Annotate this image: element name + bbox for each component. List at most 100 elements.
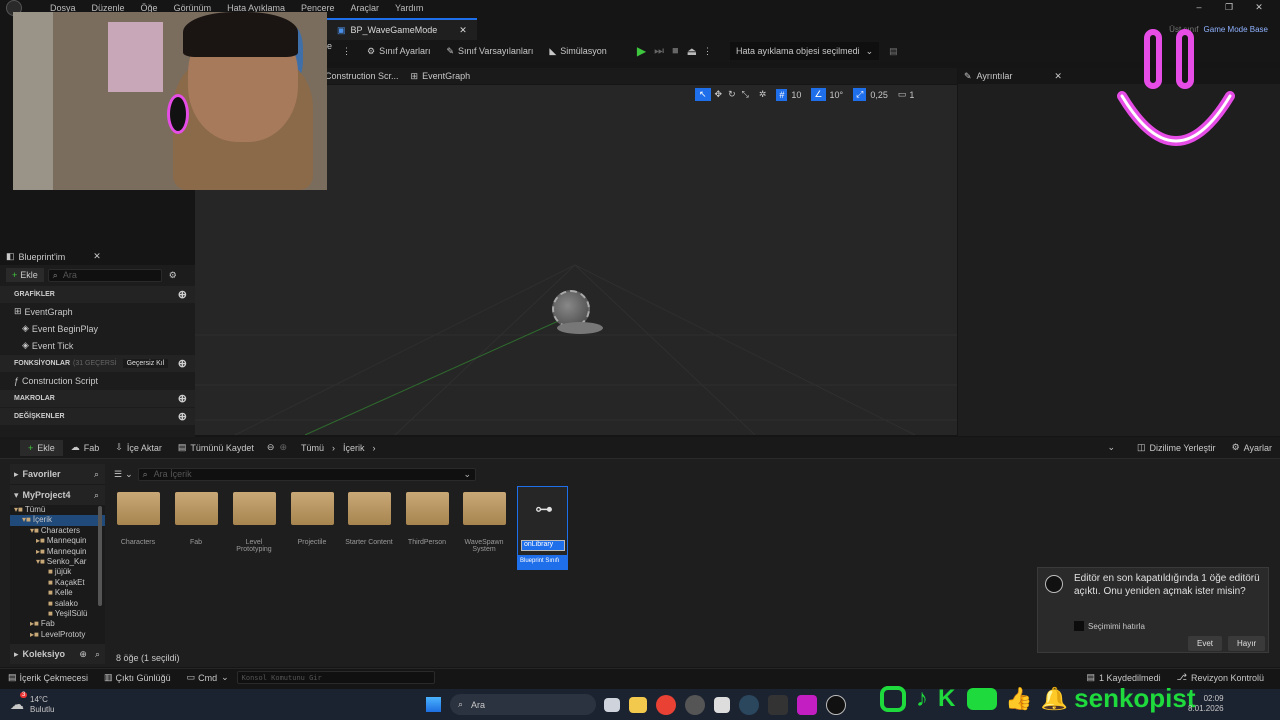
add-button[interactable]: + Ekle [6,268,44,282]
forward-icon[interactable]: ⊕ [279,442,287,453]
tree-item-tick[interactable]: ◈ Event Tick [0,337,195,354]
angle-snap-icon[interactable]: ∠ [811,88,826,101]
find-object-icon[interactable]: ▤ [889,46,898,57]
tree-folder-content[interactable]: ▾■ İçerik [10,515,105,526]
chrome-icon[interactable] [656,695,676,715]
tree-folder-kacaket[interactable]: ■ KaçakEt [10,578,105,588]
filter-chevron-icon[interactable]: ⌄ [125,469,133,480]
asset-blueprint-selected[interactable]: ⊶ onLibrary Blueprint Sınıfı [517,486,568,570]
folder-starter-content[interactable]: Starter Content [345,492,393,546]
scale-snap-icon[interactable]: ⤢ [853,88,867,101]
close-my-blueprint-icon[interactable]: ✕ [93,251,101,262]
tree-scrollbar[interactable] [98,506,102,606]
steam-icon[interactable] [739,695,759,715]
tab-event-graph[interactable]: EventGraph [422,71,470,81]
section-graphs[interactable]: GRAFİKLER ⊕ [0,286,195,303]
rename-field[interactable]: onLibrary [521,540,565,551]
collections-label[interactable]: Koleksiyo [23,649,66,659]
add-collection-icon[interactable]: ⊕ [79,649,87,660]
favorites-search-icon[interactable]: ⌕ [94,469,99,480]
select-mode-icon[interactable]: ↖ [695,88,711,101]
folder-fab[interactable]: Fab [175,492,218,546]
class-settings-button[interactable]: ⚙ Sınıf Ayarları [359,41,438,61]
tree-folder-mannequin-1[interactable]: ▸■ Mannequin [10,536,105,546]
camera-speed-value[interactable]: 1 [909,90,914,100]
maximize-icon[interactable]: ❐ [1214,2,1244,13]
tree-folder-jujuk[interactable]: ■ jüjük [10,567,105,577]
save-all-button[interactable]: ▤ Tümünü Kaydet [170,438,262,458]
project-label[interactable]: MyProject4 [23,490,71,500]
cmd-dropdown[interactable]: ▭ Cmd ⌄ [179,668,237,688]
tab-bp-wavegamemode[interactable]: ▣ BP_WaveGameMode ✕ [327,18,477,40]
app-icon[interactable] [685,695,705,715]
stop-icon[interactable]: ■ [672,45,679,57]
path-dropdown-icon[interactable]: ⌄ [1107,442,1115,453]
class-defaults-button[interactable]: ✎ Sınıf Varsayılanları [438,41,541,61]
folder-projectile[interactable]: Projectile [291,492,334,546]
taskbar-search[interactable]: ⌕ Ara [450,694,596,715]
unreal-taskbar-icon[interactable] [826,695,846,715]
folder-characters[interactable]: Characters [117,492,160,546]
favorites-label[interactable]: Favoriler [23,469,61,479]
scale-icon[interactable]: ⤡ [742,89,749,100]
grid-snap-icon[interactable]: # [776,88,788,101]
scale-snap-value[interactable]: 0,25 [870,90,888,100]
override-dropdown[interactable]: Geçersiz Kıl [122,359,169,368]
grid-snap-value[interactable]: 10 [791,90,801,100]
settings-gear-icon[interactable]: ⚙ [169,270,177,281]
epic-games-icon[interactable] [768,695,788,715]
clock[interactable]: 02:09 8.01.2026 [1188,694,1224,714]
add-function-icon[interactable]: ⊕ [178,357,187,370]
breadcrumb-content[interactable]: İçerik [343,443,365,453]
output-log-button[interactable]: ▥ Çıktı Günlüğü [96,668,179,688]
menu-help[interactable]: Yardım [395,3,423,13]
angle-snap-value[interactable]: 10° [830,90,844,100]
more-options-icon[interactable]: ⋮ [342,46,351,57]
tree-folder-fab[interactable]: ▸■ Fab [10,619,105,629]
file-explorer-icon[interactable] [629,697,647,713]
content-settings-button[interactable]: ⚙ Ayarlar [1224,438,1280,458]
folder-wavespawn-system[interactable]: WaveSpawn System [463,492,506,553]
media-app-icon[interactable] [797,695,817,715]
collapse-icon[interactable]: ▸ [14,649,19,660]
rotate-icon[interactable]: ↻ [728,89,736,100]
content-add-button[interactable]: + Ekle [20,439,63,456]
translate-icon[interactable]: ✥ [715,89,723,100]
play-icon[interactable]: ▶ [637,44,646,58]
tree-folder-characters[interactable]: ▾■ Characters [10,526,105,536]
weather-widget[interactable]: ☁ 3 14°C Bulutlu [10,692,54,715]
tree-item-beginplay[interactable]: ◈ Event BeginPlay [0,320,195,337]
tree-folder-mannequin-2[interactable]: ▸■ Mannequin [10,547,105,557]
collections-search-icon[interactable]: ⌕ [95,649,100,660]
tree-folder-salako[interactable]: ■ salako [10,599,105,609]
store-icon[interactable] [714,697,730,713]
add-macro-icon[interactable]: ⊕ [178,392,187,405]
simulation-button[interactable]: ◣ Simülasyon [541,41,614,61]
menu-tools[interactable]: Araçlar [351,3,380,13]
windows-start-icon[interactable] [426,697,441,712]
back-icon[interactable]: ⊖ [267,442,275,453]
project-search-icon[interactable]: ⌕ [94,490,99,501]
close-window-icon[interactable]: ✕ [1244,2,1274,13]
tree-folder-yesilsulu[interactable]: ■ YeşilSülü [10,609,105,619]
tree-folder-kelle[interactable]: ■ Kelle [10,588,105,598]
tree-folder-all[interactable]: ▾■ Tümü [10,505,105,515]
section-variables[interactable]: DEĞİŞKENLER ⊕ [0,408,195,425]
collapse-icon[interactable]: ▸ [14,469,19,480]
fab-button[interactable]: ☁ Fab [63,438,108,458]
expand-icon[interactable]: ▾ [14,490,19,501]
console-input[interactable]: Konsol Komutunu Gir [236,671,435,684]
tab-construction-script[interactable]: Construction Scr... [325,71,411,81]
minimize-icon[interactable]: – [1184,2,1214,12]
tree-folder-levelproto[interactable]: ▸■ LevelPrototy [10,630,105,640]
no-button[interactable]: Hayır [1228,636,1266,651]
close-details-icon[interactable]: ✕ [1054,71,1062,82]
add-graph-icon[interactable]: ⊕ [178,288,187,301]
remember-checkbox[interactable] [1074,621,1084,631]
tree-folder-senko[interactable]: ▾■ Senko_Kar [10,557,105,567]
task-view-icon[interactable] [604,698,620,712]
folder-level-prototyping[interactable]: Level Prototyping [233,492,276,553]
tree-item-construction-script[interactable]: ƒ Construction Script [0,372,195,389]
breadcrumb-all[interactable]: Tümü [301,443,324,453]
content-drawer-button[interactable]: ▤ İçerik Çekmecesi [0,668,96,688]
